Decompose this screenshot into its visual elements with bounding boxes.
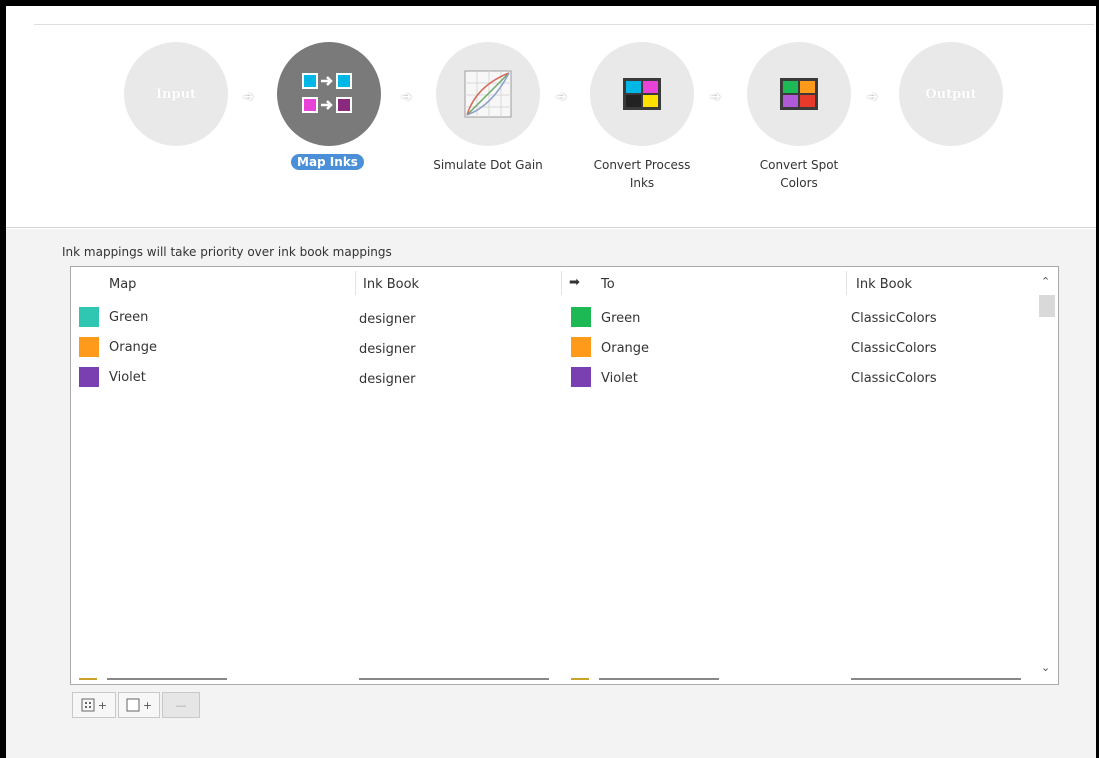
step-simulate-dot-gain-label: Simulate Dot Gain xyxy=(418,156,558,174)
table-toolbar: + + — xyxy=(72,692,200,718)
to-ink-name[interactable]: Orange xyxy=(601,341,649,356)
remove-button[interactable]: — xyxy=(162,692,200,718)
clipped-row-swatch xyxy=(571,678,589,684)
step-output[interactable]: Output xyxy=(899,42,1003,146)
step-map-inks-label[interactable]: Map Inks xyxy=(291,154,364,170)
add-ink-group-button[interactable]: + xyxy=(72,692,116,718)
to-color-swatch xyxy=(571,337,591,357)
cmyk-process-icon xyxy=(623,78,661,110)
scroll-thumb[interactable] xyxy=(1039,295,1055,317)
to-color-swatch xyxy=(571,307,591,327)
remove-icon: — xyxy=(175,698,187,712)
step-input-label: Input xyxy=(155,86,197,102)
column-header-map[interactable]: Map xyxy=(109,277,136,292)
to-ink-name[interactable]: Violet xyxy=(601,371,638,386)
clipped-row-swatch xyxy=(79,678,97,684)
step-label-line-1: Convert Process xyxy=(593,158,691,172)
map-color-swatch xyxy=(79,367,99,387)
plus-sign: + xyxy=(97,698,108,712)
vertical-scrollbar[interactable]: ⌃ ⌄ xyxy=(1035,267,1058,684)
column-header-to-ink-book[interactable]: Ink Book xyxy=(856,277,912,292)
dot-gain-curve-icon xyxy=(464,70,512,118)
step-label-line-1: Convert Spot xyxy=(759,158,839,172)
add-ink-group-icon xyxy=(81,698,95,712)
add-ink-icon xyxy=(126,698,140,712)
ink-mapping-table[interactable]: Map Ink Book ➡ To Ink Book Green designe… xyxy=(70,266,1059,685)
step-convert-process-inks[interactable] xyxy=(590,42,694,146)
workflow-panel: Input ➔ ➔ ➔ ➔ ➔ Output Map Inks Simulate… xyxy=(6,6,1096,228)
scroll-down-icon[interactable]: ⌄ xyxy=(1041,661,1050,674)
step-output-label: Output xyxy=(925,86,977,102)
step-label-line-2: Inks xyxy=(629,176,655,190)
add-ink-button[interactable]: + xyxy=(118,692,160,718)
arrow-right-icon: ➔ xyxy=(556,90,567,105)
arrow-right-icon: ➔ xyxy=(867,90,878,105)
map-color-swatch xyxy=(79,337,99,357)
arrow-right-icon: ➔ xyxy=(243,90,254,105)
priority-note: Ink mappings will take priority over ink… xyxy=(62,245,392,259)
clipped-row-text xyxy=(107,678,227,684)
step-simulate-dot-gain[interactable] xyxy=(436,42,540,146)
spot-colors-icon xyxy=(780,78,818,110)
step-convert-spot-colors[interactable] xyxy=(747,42,851,146)
column-divider xyxy=(561,271,562,295)
column-divider xyxy=(355,271,356,295)
map-ink-name[interactable]: Green xyxy=(109,310,148,325)
map-color-swatch xyxy=(79,307,99,327)
map-ink-book[interactable]: designer xyxy=(359,372,415,387)
to-ink-book[interactable]: ClassicColors xyxy=(851,341,937,356)
column-header-ink-book[interactable]: Ink Book xyxy=(363,277,419,292)
step-map-inks[interactable] xyxy=(277,42,381,146)
clipped-row-text xyxy=(599,678,719,684)
to-ink-book[interactable]: ClassicColors xyxy=(851,371,937,386)
arrow-right-icon: ➔ xyxy=(401,90,412,105)
map-inks-icon xyxy=(302,73,352,113)
step-convert-process-inks-label: Convert Process Inks xyxy=(572,156,712,192)
column-divider xyxy=(846,271,847,295)
map-ink-name[interactable]: Violet xyxy=(109,370,146,385)
clipped-row-text xyxy=(851,678,1021,684)
map-ink-book[interactable]: designer xyxy=(359,342,415,357)
step-label-line-2: Colors xyxy=(780,176,818,190)
to-ink-name[interactable]: Green xyxy=(601,311,640,326)
to-color-swatch xyxy=(571,367,591,387)
arrow-right-icon: ➡ xyxy=(569,275,580,290)
step-input[interactable]: Input xyxy=(124,42,228,146)
map-ink-name[interactable]: Orange xyxy=(109,340,157,355)
column-header-to[interactable]: To xyxy=(601,277,615,292)
plus-sign: + xyxy=(142,698,153,712)
step-convert-spot-colors-label: Convert Spot Colors xyxy=(729,156,869,192)
to-ink-book[interactable]: ClassicColors xyxy=(851,311,937,326)
step-label-text: Simulate Dot Gain xyxy=(433,158,543,172)
header-divider xyxy=(34,24,1094,25)
map-ink-book[interactable]: designer xyxy=(359,312,415,327)
arrow-right-icon: ➔ xyxy=(710,90,721,105)
clipped-row-text xyxy=(359,678,549,684)
scroll-up-icon[interactable]: ⌃ xyxy=(1041,275,1050,288)
